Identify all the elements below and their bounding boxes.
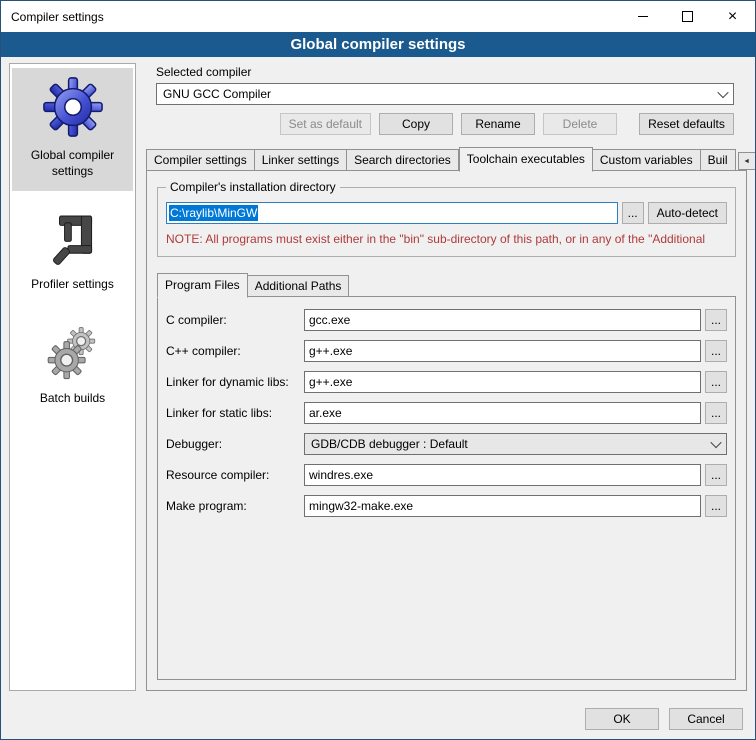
gray-gears-icon [44,323,102,381]
field-row-c-compiler: C compiler: ... [166,309,727,331]
chevron-down-icon [713,84,733,104]
tab-scroll-buttons: ◄ ► [736,152,756,171]
cancel-button[interactable]: Cancel [669,708,743,730]
tab-build-truncated[interactable]: Buil [701,149,736,171]
tab-linker-settings[interactable]: Linker settings [255,149,347,171]
dialog-header: Global compiler settings [1,32,755,57]
tab-custom-variables[interactable]: Custom variables [593,149,701,171]
settings-tabbar: Compiler settings Linker settings Search… [146,147,747,171]
installation-directory-row: C:\raylib\MinGW ... Auto-detect [166,202,727,224]
field-label: Linker for dynamic libs: [166,375,304,389]
field-row-cpp-compiler: C++ compiler: ... [166,340,727,362]
blue-gear-icon [42,76,104,138]
program-tabbar: Program Files Additional Paths [157,273,736,297]
dialog-footer: OK Cancel [1,699,755,739]
installation-directory-group-title: Compiler's installation directory [166,180,340,194]
field-row-static-linker: Linker for static libs: ... [166,402,727,424]
debugger-dropdown[interactable]: GDB/CDB debugger : Default [304,433,727,455]
compiler-actions: Set as default Copy Rename Delete Reset … [156,113,734,135]
toolchain-executables-panel: Compiler's installation directory C:\ray… [146,170,747,691]
tab-toolchain-executables[interactable]: Toolchain executables [459,147,593,172]
field-row-make-program: Make program: ... [166,495,727,517]
set-as-default-button[interactable]: Set as default [280,113,371,135]
browse-c-compiler-button[interactable]: ... [705,309,727,331]
make-program-input[interactable] [304,495,701,517]
copy-button[interactable]: Copy [379,113,453,135]
tab-additional-paths[interactable]: Additional Paths [248,275,350,297]
selected-compiler-dropdown[interactable]: GNU GCC Compiler [156,83,734,105]
settings-sidebar: Global compiler settings Profiler settin… [9,63,136,691]
chevron-down-icon [706,434,726,454]
tab-search-directories[interactable]: Search directories [347,149,459,171]
profiler-clamp-icon [46,209,100,267]
resource-compiler-input[interactable] [304,464,701,486]
sidebar-item-global-compiler-settings[interactable]: Global compiler settings [12,68,133,191]
close-button[interactable]: × [710,1,755,32]
sidebar-item-label: Batch builds [40,391,105,407]
arrow-left-icon: ◄ [743,158,750,165]
sidebar-item-profiler-settings[interactable]: Profiler settings [12,201,133,305]
field-row-dynamic-linker: Linker for dynamic libs: ... [166,371,727,393]
browse-dynamic-linker-button[interactable]: ... [705,371,727,393]
selected-compiler-label: Selected compiler [156,65,747,79]
titlebar: Compiler settings × [1,1,755,32]
debugger-value: GDB/CDB debugger : Default [311,437,468,451]
auto-detect-button[interactable]: Auto-detect [648,202,727,224]
minimize-icon [638,16,648,17]
installation-directory-group: Compiler's installation directory C:\ray… [157,187,736,257]
browse-resource-compiler-button[interactable]: ... [705,464,727,486]
tab-compiler-settings[interactable]: Compiler settings [146,149,255,171]
ok-button[interactable]: OK [585,708,659,730]
dynamic-linker-input[interactable] [304,371,701,393]
field-label: Linker for static libs: [166,406,304,420]
sidebar-item-label: Global compiler settings [16,148,129,179]
field-label: Make program: [166,499,304,513]
field-label: C++ compiler: [166,344,304,358]
tab-scroll-left-button[interactable]: ◄ [738,152,756,170]
sidebar-item-batch-builds[interactable]: Batch builds [12,315,133,419]
installation-directory-input[interactable]: C:\raylib\MinGW [166,202,618,224]
field-row-debugger: Debugger: GDB/CDB debugger : Default [166,433,727,455]
window-controls: × [620,1,755,32]
c-compiler-input[interactable] [304,309,701,331]
dialog-body: Global compiler settings Profiler settin… [1,57,755,699]
browse-make-program-button[interactable]: ... [705,495,727,517]
browse-directory-button[interactable]: ... [622,202,644,224]
program-files-panel: C compiler: ... C++ compiler: ... Linker… [157,296,736,680]
bin-directory-note: NOTE: All programs must exist either in … [166,232,727,246]
tab-program-files[interactable]: Program Files [157,273,248,298]
rename-button[interactable]: Rename [461,113,535,135]
window-title: Compiler settings [1,10,104,24]
field-row-resource-compiler: Resource compiler: ... [166,464,727,486]
installation-directory-value: C:\raylib\MinGW [169,205,258,221]
maximize-icon [682,11,693,22]
compiler-settings-window: Compiler settings × Global compiler sett… [0,0,756,740]
field-label: Resource compiler: [166,468,304,482]
minimize-button[interactable] [620,1,665,32]
field-label: C compiler: [166,313,304,327]
reset-defaults-button[interactable]: Reset defaults [639,113,734,135]
close-icon: × [728,9,737,25]
browse-cpp-compiler-button[interactable]: ... [705,340,727,362]
browse-static-linker-button[interactable]: ... [705,402,727,424]
main-panel: Selected compiler GNU GCC Compiler Set a… [146,63,747,691]
sidebar-item-label: Profiler settings [31,277,114,293]
cpp-compiler-input[interactable] [304,340,701,362]
static-linker-input[interactable] [304,402,701,424]
field-label: Debugger: [166,437,304,451]
selected-compiler-value: GNU GCC Compiler [163,87,271,101]
delete-button[interactable]: Delete [543,113,617,135]
maximize-button[interactable] [665,1,710,32]
